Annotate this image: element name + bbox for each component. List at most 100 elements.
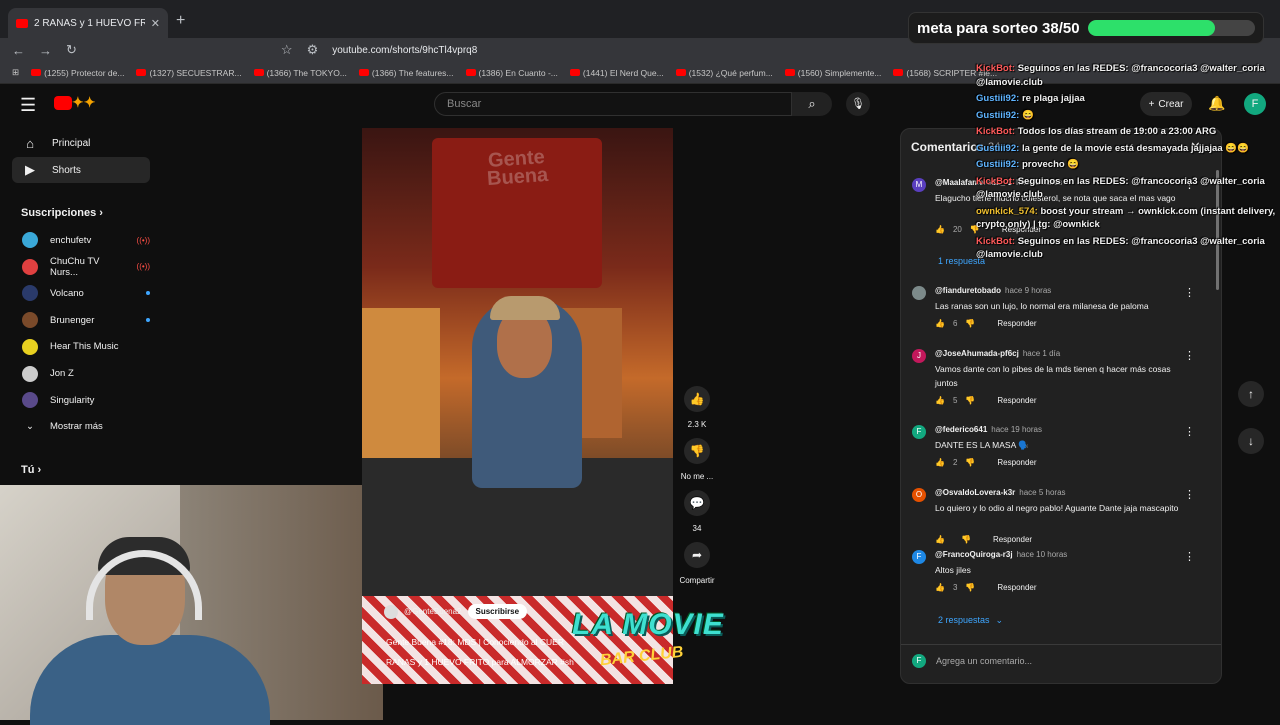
channel-name[interactable]: @GenteBuena2 bbox=[404, 607, 462, 616]
address-bar[interactable]: youtube.com/shorts/9hcTl4vprq8 bbox=[332, 45, 477, 56]
comment-like-count: 20 bbox=[952, 225, 962, 234]
bookmark-item[interactable]: (1255) Protector de... bbox=[31, 68, 124, 78]
forward-icon[interactable]: → bbox=[39, 43, 52, 58]
sidebar-item-shorts[interactable]: ▶ Shorts bbox=[12, 157, 150, 183]
home-icon: ⌂ bbox=[26, 135, 34, 151]
short-video-player[interactable] bbox=[362, 128, 673, 684]
subscription-item[interactable]: Singularity bbox=[12, 387, 150, 413]
thumbs-down-icon[interactable]: 👎 bbox=[965, 396, 975, 405]
subscription-name: Jon Z bbox=[50, 368, 74, 379]
reply-button[interactable]: Responder bbox=[997, 319, 1036, 328]
next-short-button[interactable]: ↓ bbox=[1238, 428, 1264, 454]
more-options-icon[interactable]: ⋮ bbox=[1184, 286, 1195, 299]
video-title[interactable]: Gente Buena #18: MDS | Conociendo al CUE… bbox=[386, 632, 596, 672]
thumbs-up-icon: 👍 bbox=[684, 386, 710, 412]
youtube-favicon-icon bbox=[893, 69, 904, 76]
youtube-logo-icon[interactable] bbox=[54, 96, 72, 110]
comment-author[interactable]: @fianduretobado hace 9 horas bbox=[935, 286, 1051, 295]
you-section-heading[interactable]: Tú › bbox=[21, 464, 41, 476]
bookmark-icon[interactable]: ☆ bbox=[281, 42, 293, 58]
more-options-icon[interactable]: ⋮ bbox=[1184, 425, 1195, 438]
thumbs-up-icon[interactable]: 👍 bbox=[935, 319, 945, 328]
commenter-avatar[interactable]: F bbox=[912, 550, 926, 564]
previous-short-button[interactable]: ↑ bbox=[1238, 381, 1264, 407]
voice-search-button[interactable]: 🎙 bbox=[846, 92, 870, 116]
subscription-item[interactable]: Volcano bbox=[12, 280, 150, 306]
comment-author[interactable]: @FrancoQuiroga-r3j hace 10 horas bbox=[935, 550, 1067, 559]
youtube-favicon-icon bbox=[569, 69, 580, 76]
reload-icon[interactable]: ↻ bbox=[66, 42, 77, 58]
more-options-icon[interactable]: ⋮ bbox=[1184, 488, 1195, 501]
thumbs-up-icon[interactable]: 👍 bbox=[935, 583, 945, 592]
sidebar-item-home[interactable]: ⌂ Principal bbox=[12, 130, 150, 156]
commenter-avatar[interactable]: F bbox=[912, 425, 926, 439]
subscription-item[interactable]: Jon Z bbox=[12, 361, 150, 387]
commenter-avatar[interactable]: M bbox=[912, 178, 926, 192]
comment-text: Altos jiles bbox=[935, 565, 971, 575]
apps-icon[interactable]: ⊞ bbox=[12, 67, 19, 78]
bookmark-item[interactable]: (1441) El Nerd Que... bbox=[569, 68, 664, 78]
commenter-avatar[interactable]: J bbox=[912, 349, 926, 363]
subscriptions-heading[interactable]: Suscripciones › bbox=[21, 207, 103, 219]
comment-time: hace 9 horas bbox=[1005, 286, 1052, 295]
comment-author[interactable]: @JoseAhumada-pf6cj hace 1 día bbox=[935, 349, 1060, 358]
like-button[interactable]: 👍 2.3 K bbox=[684, 386, 710, 429]
bookmark-item[interactable]: (1366) The features... bbox=[358, 68, 454, 78]
comment-like-count: 2 bbox=[952, 458, 958, 467]
view-replies-button[interactable]: 2 respuestas ⌄ bbox=[938, 615, 1003, 626]
thumbs-up-icon[interactable]: 👍 bbox=[935, 396, 945, 405]
add-comment-row[interactable]: F Agrega un comentario... bbox=[912, 654, 1032, 668]
doodle-logo-icon[interactable]: ✦✦ bbox=[72, 94, 95, 111]
subscription-item[interactable]: ChuChu TV Nurs... ((•)) bbox=[12, 254, 150, 280]
subscription-item[interactable]: enchufetv ((•)) bbox=[12, 227, 150, 253]
thumbs-up-icon[interactable]: 👍 bbox=[935, 225, 945, 234]
bookmark-item[interactable]: (1366) The TOKYO... bbox=[253, 68, 347, 78]
stream-chat-overlay: KickBot: Seguinos en las REDES: @francoc… bbox=[976, 62, 1276, 265]
new-tab-icon[interactable]: + bbox=[176, 12, 185, 30]
comment-time: hace 5 horas bbox=[1019, 488, 1066, 497]
sub-goal-widget: meta para sorteo 38/50 bbox=[908, 12, 1264, 44]
thumbs-up-icon[interactable]: 👍 bbox=[935, 458, 945, 467]
thumbs-down-icon[interactable]: 👎 bbox=[965, 583, 975, 592]
site-info-icon[interactable]: ⚙ bbox=[307, 42, 319, 58]
subscribe-button[interactable]: Suscribirse bbox=[467, 604, 528, 619]
bookmark-item[interactable]: (1560) Simplemente... bbox=[784, 68, 881, 78]
reply-button[interactable]: Responder bbox=[997, 583, 1036, 592]
bookmark-item[interactable]: (1532) ¿Qué perfum... bbox=[675, 68, 773, 78]
thumbs-up-icon[interactable]: 👍 bbox=[935, 535, 945, 544]
reply-button[interactable]: Responder bbox=[993, 535, 1032, 544]
show-more-button[interactable]: ⌄ Mostrar más bbox=[12, 413, 150, 439]
hamburger-menu-icon[interactable]: ☰ bbox=[20, 95, 36, 116]
commenter-avatar[interactable]: O bbox=[912, 488, 926, 502]
chevron-down-icon: ⌄ bbox=[995, 615, 1004, 625]
share-button[interactable]: ➦ Compartir bbox=[679, 542, 715, 585]
channel-avatar[interactable] bbox=[384, 604, 398, 619]
chevron-right-icon: › bbox=[37, 464, 42, 476]
add-comment-input[interactable]: Agrega un comentario... bbox=[936, 656, 1032, 666]
search-input[interactable]: Buscar bbox=[434, 92, 792, 116]
commenter-avatar[interactable] bbox=[912, 286, 926, 300]
browser-tab[interactable]: 2 RANAS y 1 HUEVO FRITO p ✕ bbox=[8, 8, 168, 38]
thumbs-down-icon[interactable]: 👎 bbox=[961, 535, 971, 544]
back-icon[interactable]: ← bbox=[12, 43, 25, 58]
bookmark-item[interactable]: (1327) SECUESTRAR... bbox=[136, 68, 242, 78]
subscription-item[interactable]: Brunenger bbox=[12, 307, 150, 333]
subscription-item[interactable]: Hear This Music bbox=[12, 334, 150, 360]
goal-progress-fill bbox=[1087, 20, 1215, 36]
reply-button[interactable]: Responder bbox=[997, 396, 1036, 405]
search-button[interactable]: ⌕ bbox=[792, 92, 832, 116]
reply-button[interactable]: Responder bbox=[997, 458, 1036, 467]
close-tab-icon[interactable]: ✕ bbox=[151, 17, 160, 30]
comment-author[interactable]: @federico641 hace 19 horas bbox=[935, 425, 1042, 434]
comment-author[interactable]: @OsvaldoLovera-k3r hace 5 horas bbox=[935, 488, 1066, 497]
comment-text: Lo quiero y lo odio al negro pablo! Agua… bbox=[935, 503, 1179, 513]
thumbs-down-icon[interactable]: 👎 bbox=[965, 458, 975, 467]
comment-like-count: 5 bbox=[952, 396, 958, 405]
divider bbox=[901, 644, 1221, 645]
thumbs-down-icon[interactable]: 👎 bbox=[965, 319, 975, 328]
bookmark-item[interactable]: (1386) En Cuanto -... bbox=[465, 68, 558, 78]
more-options-icon[interactable]: ⋮ bbox=[1184, 550, 1195, 563]
dislike-button[interactable]: 👎 No me ... bbox=[681, 438, 713, 481]
comments-button[interactable]: 💬 34 bbox=[684, 490, 710, 533]
more-options-icon[interactable]: ⋮ bbox=[1184, 349, 1195, 362]
